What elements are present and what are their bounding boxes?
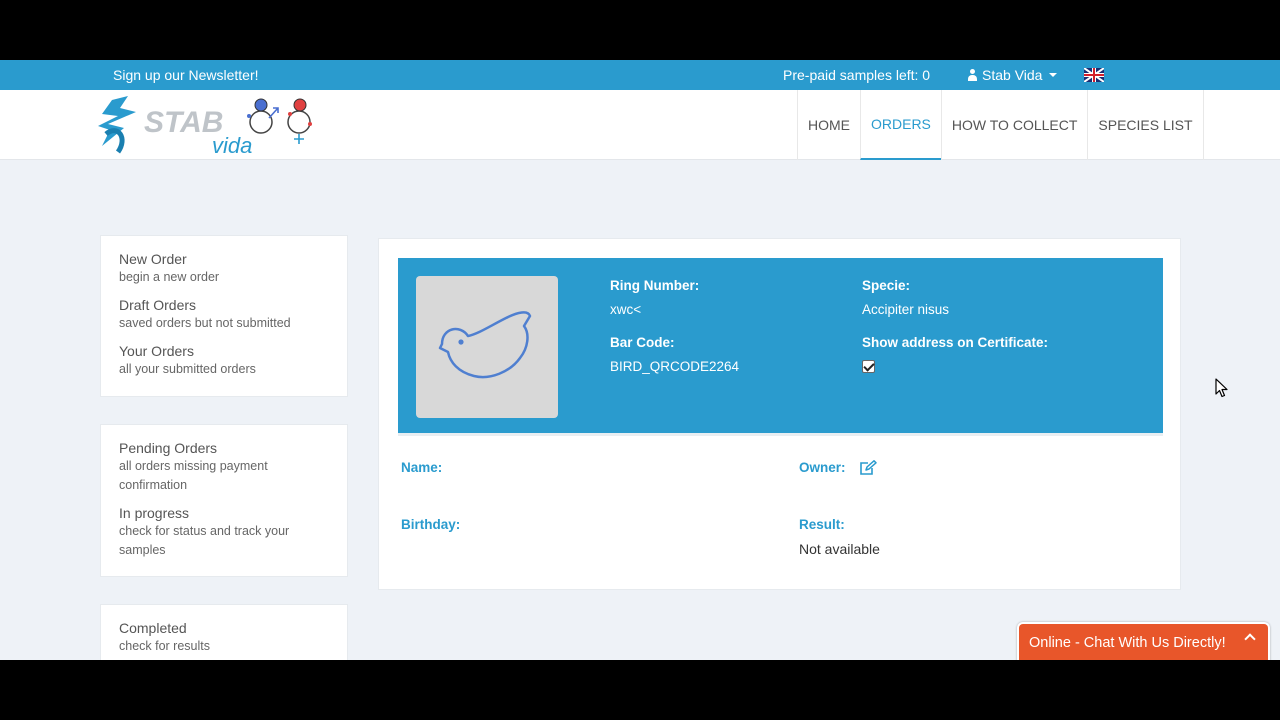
newsletter-link[interactable]: Sign up our Newsletter! [113,67,259,83]
sidebar-item-pending-orders[interactable]: Pending Orders all orders missing paymen… [119,439,329,495]
sample-banner: Ring Number: xwc< Bar Code: BIRD_QRCODE2… [398,258,1163,436]
sidebar-item-draft-orders[interactable]: Draft Orders saved orders but not submit… [119,296,329,333]
specie-value: Accipiter nisus [862,302,950,317]
top-bar: Sign up our Newsletter! Pre-paid samples… [0,60,1280,90]
sidebar-item-new-order[interactable]: New Order begin a new order [119,250,329,287]
edit-owner-icon[interactable] [859,460,877,476]
sidebar-completed-group: Completed check for results [100,604,348,660]
sidebar-item-subtitle: saved orders but not submitted [119,316,291,330]
main-nav: HOME ORDERS HOW TO COLLECT SPECIES LIST [797,90,1204,160]
main-navbar: STAB vida HOME ORDERS HOW TO COLLECT SPE… [0,90,1280,160]
sidebar-item-subtitle: begin a new order [119,270,220,284]
sidebar-item-title: New Order [119,251,187,267]
chat-label: Online - Chat With Us Directly! [1029,635,1226,651]
caret-down-icon [1049,73,1058,77]
uk-flag-icon[interactable] [1084,68,1104,82]
sidebar-item-subtitle: check for status and track your samples [119,524,290,557]
chevron-up-icon [1244,633,1256,645]
sidebar-item-subtitle: check for results [119,639,211,653]
sidebar-item-subtitle: all your submitted orders [119,362,256,376]
bird-photo-placeholder [416,276,558,418]
ring-number-label: Ring Number: [610,278,700,293]
name-label: Name: [401,460,443,475]
order-detail-card: Ring Number: xwc< Bar Code: BIRD_QRCODE2… [378,238,1181,590]
show-address-checkbox[interactable] [862,360,875,373]
user-name: Stab Vida [982,67,1043,83]
sidebar-item-subtitle: all orders missing payment confirmation [119,459,268,492]
sidebar-item-title: Pending Orders [119,440,218,456]
bar-code-label: Bar Code: [610,335,675,350]
birthday-label: Birthday: [401,517,461,532]
nav-species-list[interactable]: SPECIES LIST [1087,90,1204,160]
logo-text-vida: vida [212,133,252,158]
mouse-cursor-icon [1215,378,1228,398]
sidebar-item-title: In progress [119,505,190,521]
sidebar-item-title: Completed [119,620,187,636]
ring-number-value: xwc< [610,302,642,317]
sidebar-item-completed[interactable]: Completed check for results [119,619,329,656]
show-address-label: Show address on Certificate: [862,335,1049,350]
user-menu[interactable]: Stab Vida [967,67,1058,83]
nav-home[interactable]: HOME [797,90,860,160]
owner-label: Owner: [799,460,846,475]
sidebar-item-in-progress[interactable]: In progress check for status and track y… [119,504,329,560]
stab-vida-logo[interactable]: STAB vida [98,94,328,158]
sidebar-status-group: Pending Orders all orders missing paymen… [100,424,348,577]
live-chat-button[interactable]: Online - Chat With Us Directly! [1017,622,1270,660]
sidebar-item-title: Your Orders [119,343,194,359]
user-icon [967,69,978,81]
result-label: Result: [799,517,845,532]
nav-how-to-collect[interactable]: HOW TO COLLECT [940,90,1088,160]
sidebar-item-your-orders[interactable]: Your Orders all your submitted orders [119,342,329,379]
bar-code-value: BIRD_QRCODE2264 [610,359,740,374]
browser-viewport: Sign up our Newsletter! Pre-paid samples… [0,60,1280,660]
bird-icon [438,311,532,379]
sidebar-item-title: Draft Orders [119,297,197,313]
nav-orders[interactable]: ORDERS [860,90,941,160]
specie-label: Specie: [862,278,911,293]
prepaid-samples-count: Pre-paid samples left: 0 [783,67,931,83]
result-value: Not available [799,541,880,557]
sidebar-orders-group: New Order begin a new order Draft Orders… [100,235,348,397]
